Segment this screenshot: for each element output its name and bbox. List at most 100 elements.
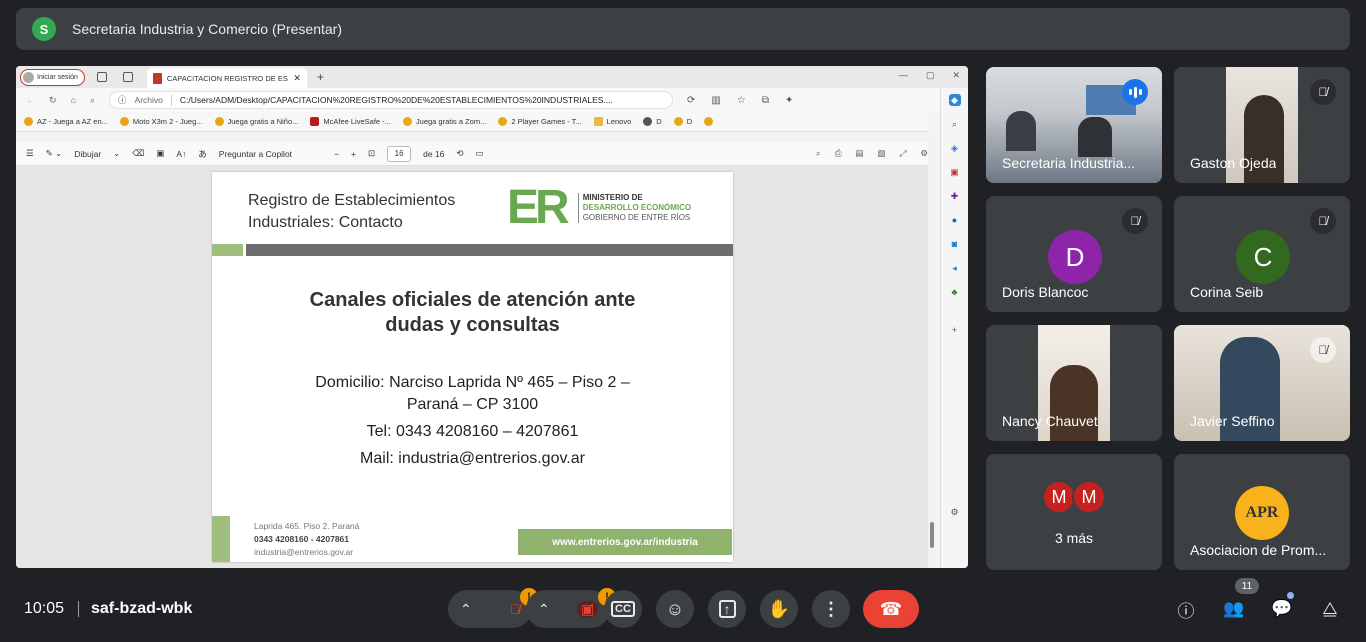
activities-icon[interactable]: ⧋ [1319, 598, 1341, 620]
split-screen-icon[interactable]: ▥ [711, 95, 720, 106]
page-number-input[interactable]: 16 [387, 145, 412, 162]
address-field[interactable]: ⓘ Archivo C:/Users/ADM/Desktop/CAPACITAC… [109, 91, 674, 109]
settings-icon[interactable]: ⚙ [949, 506, 961, 518]
leave-call-button[interactable]: ☎ [863, 590, 919, 628]
chat-icon[interactable]: 💬 [1271, 598, 1293, 620]
slide-footer-contact: Laprida 465. Piso 2. Paraná 0343 4208160… [254, 521, 360, 557]
bookmark-item[interactable] [704, 117, 714, 126]
more-options-button[interactable]: ⋮ [812, 590, 850, 628]
participant-tile[interactable]: APR Asociacion de Prom... [1174, 454, 1350, 570]
mic-control[interactable]: ⌃ 🎙̸ ! [448, 588, 538, 628]
page-view-icon[interactable]: ▭ [476, 148, 484, 159]
tree-icon[interactable]: ♣ [949, 286, 961, 298]
save-as-icon[interactable]: ▧ [878, 148, 886, 159]
close-tab-icon[interactable]: ✕ [293, 73, 301, 84]
bookmark-item[interactable]: D [643, 117, 662, 126]
participant-tile[interactable]: D 🎙̸ Doris Blancoc [986, 196, 1162, 312]
settings-icon[interactable]: ⚙ [920, 148, 928, 159]
folder-icon [593, 117, 603, 126]
bookmark-item[interactable]: Juega gratis a Zom... [402, 117, 486, 126]
more-participants-tile[interactable]: M M 3 más [986, 454, 1162, 570]
maximize-icon[interactable]: ▢ [926, 70, 935, 81]
minimize-icon[interactable]: — [899, 70, 908, 81]
avatar: M [1042, 480, 1076, 514]
participant-name: Nancy Chauvet [1002, 413, 1098, 429]
home-icon[interactable]: ⌂ [71, 95, 76, 105]
game-icon [643, 117, 653, 126]
pdf-viewer: Registro de Establecimientos Industriale… [16, 166, 936, 568]
search-icon[interactable]: ⌕ [949, 118, 961, 130]
collections-icon[interactable]: ⧉ [762, 95, 769, 106]
favorites-icon[interactable]: ☆ [737, 95, 746, 106]
send-icon[interactable]: ◂ [949, 262, 961, 274]
bookmark-item[interactable]: Moto X3m 2 - Jueg... [119, 117, 203, 126]
zoom-in-icon[interactable]: + [351, 149, 356, 159]
translate-icon[interactable]: あ [198, 148, 207, 160]
eraser-icon[interactable]: ⌫ [132, 148, 144, 159]
scrollbar-thumb[interactable] [930, 522, 934, 548]
contents-icon[interactable]: ☰ [26, 148, 34, 159]
page-total: de 16 [423, 148, 445, 159]
new-tab-icon[interactable]: + [317, 70, 324, 84]
search-icon[interactable]: ⌕ [90, 95, 95, 106]
profile-icon [23, 71, 34, 83]
draw-button[interactable]: Dibujar [74, 149, 101, 159]
chevron-up-icon[interactable]: ⌃ [538, 601, 550, 618]
search-icon[interactable]: ⌕ [816, 148, 821, 159]
camera-control[interactable]: ⌃ ▣̸ ! [526, 588, 616, 628]
chevron-down-icon[interactable]: ⌄ [113, 148, 120, 159]
chevron-up-icon[interactable]: ⌃ [460, 601, 472, 618]
copilot-icon[interactable]: ◆ [948, 94, 961, 106]
highlight-icon[interactable]: ✎ ⌄ [46, 148, 63, 159]
fit-page-icon[interactable]: ⊡ [368, 148, 375, 159]
present-button[interactable]: ↑ [708, 590, 746, 628]
participant-tile[interactable]: Nancy Chauvet [986, 325, 1162, 441]
rotate-icon[interactable]: ⟲ [456, 148, 463, 159]
participant-tile[interactable]: C 🎙̸ Corina Seib [1174, 196, 1350, 312]
mic-off-icon: 🎙̸ [1310, 337, 1336, 363]
mic-off-icon: 🎙̸ [1310, 208, 1336, 234]
participant-name: Gaston Ojeda [1190, 155, 1277, 171]
copilot-button[interactable]: Preguntar a Copilot [219, 149, 292, 159]
bookmark-item[interactable]: Juega gratis a Niño... [214, 117, 298, 126]
signin-button[interactable]: Iniciar sesión [20, 68, 85, 86]
print-icon[interactable]: ⎙ [835, 148, 842, 159]
save-icon[interactable]: ▤ [856, 148, 864, 159]
back-icon[interactable]: ← [26, 95, 35, 105]
avatar: M [1072, 480, 1106, 514]
tools-icon[interactable]: ▣ [949, 166, 961, 178]
shopping-icon[interactable]: ◈ [949, 142, 961, 154]
pdf-scrollbar[interactable] [928, 142, 936, 568]
bookmark-item[interactable]: Lenovo [593, 117, 631, 126]
emoji-button[interactable]: ☺ [656, 590, 694, 628]
zoom-out-icon[interactable]: − [334, 149, 339, 159]
refresh-icon[interactable]: ↻ [49, 95, 57, 106]
tab-actions-icon[interactable] [122, 72, 133, 82]
read-aloud-icon[interactable]: A↑ [176, 149, 186, 159]
participant-tile[interactable]: Secretaria Industria... [986, 67, 1162, 183]
reload-icon[interactable]: ⟳ [687, 95, 695, 106]
apr-logo: APR [1235, 486, 1289, 540]
info-icon[interactable]: ⓘ [1175, 598, 1197, 621]
mic-off-icon[interactable]: 🎙̸ [510, 601, 521, 617]
text-icon[interactable]: ▣ [156, 148, 164, 159]
bookmark-item[interactable]: 2 Player Games - T... [498, 117, 582, 126]
games-icon[interactable]: ✚ [949, 190, 961, 202]
close-window-icon[interactable]: ✕ [952, 70, 960, 81]
add-icon[interactable]: + [949, 324, 961, 336]
participant-tile[interactable]: 🎙̸ Gaston Ojeda [1174, 67, 1350, 183]
office-icon[interactable]: ● [949, 214, 961, 226]
participant-tile[interactable]: 🎙̸ Javier Seffino [1174, 325, 1350, 441]
extension-icon[interactable]: ✦ [785, 95, 793, 106]
bookmark-item[interactable]: McAfee LiveSafe -... [310, 117, 391, 126]
fullscreen-icon[interactable]: ⤢ [900, 148, 907, 159]
workspaces-icon[interactable] [96, 72, 107, 82]
bookmark-item[interactable]: AZ - Juega a AZ en... [24, 117, 108, 126]
raise-hand-button[interactable]: ✋ [760, 590, 798, 628]
bookmark-item[interactable]: D [673, 117, 692, 126]
outlook-icon[interactable]: ◙ [949, 238, 961, 250]
tab-pdf[interactable]: CAPACITACION REGISTRO DE ES ✕ [146, 68, 307, 88]
camera-off-icon[interactable]: ▣̸ [576, 600, 598, 618]
captions-button[interactable]: CC [604, 590, 642, 628]
people-icon[interactable]: 👥 [1223, 598, 1245, 620]
